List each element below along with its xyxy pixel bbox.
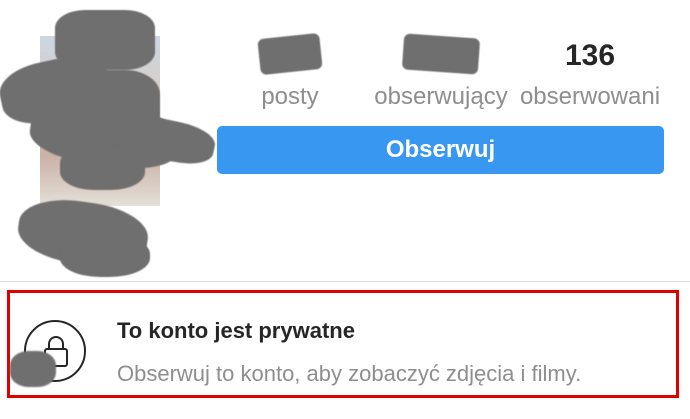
following-count: 136 <box>564 39 616 72</box>
private-notice-title: To konto jest prywatne <box>117 318 355 343</box>
profile-header: posty obserwujący 136 obserwowani Obserw… <box>0 0 690 280</box>
profile-avatar[interactable] <box>0 10 220 280</box>
stat-followers[interactable]: obserwujący <box>366 33 516 112</box>
follow-button[interactable]: Obserwuj <box>217 126 664 174</box>
name-redaction <box>60 235 150 277</box>
posts-label: posty <box>261 83 319 110</box>
following-label: obserwowani <box>519 83 661 110</box>
stat-following[interactable]: 136 obserwowani <box>515 36 665 112</box>
private-account-notice: To konto jest prywatne Obserwuj to konto… <box>7 290 679 398</box>
section-divider <box>0 281 690 282</box>
posts-count <box>240 32 340 76</box>
followers-label: obserwujący <box>374 83 508 110</box>
lock-redaction <box>10 351 56 387</box>
followers-count <box>366 33 516 76</box>
stat-posts: posty <box>240 32 340 112</box>
avatar-redaction <box>60 145 145 190</box>
private-notice-description: Obserwuj to konto, aby zobaczyć zdjęcia … <box>117 361 582 386</box>
